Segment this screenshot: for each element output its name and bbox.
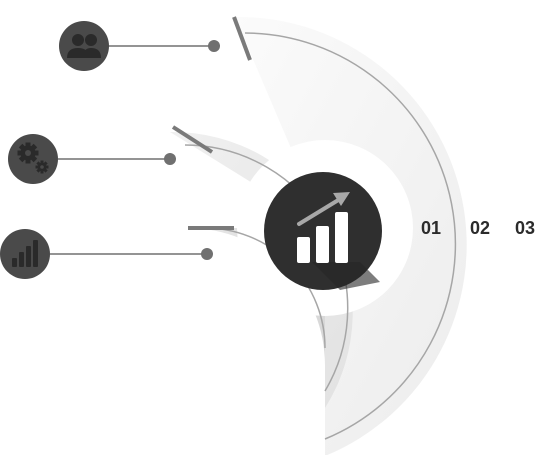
hub (264, 172, 382, 290)
connector-gear (58, 153, 176, 165)
infographic: 01 02 03 (0, 0, 550, 455)
connector-users (106, 40, 220, 52)
users-icon (59, 21, 109, 71)
ring-label-03: 03 (515, 218, 535, 238)
ring-label-02: 02 (470, 218, 490, 238)
ring-diagram: 01 02 03 (0, 16, 535, 455)
gear-icon (8, 134, 58, 184)
ring-label-01: 01 (421, 218, 441, 238)
connector-chart (50, 248, 213, 260)
chart-icon (0, 229, 50, 279)
